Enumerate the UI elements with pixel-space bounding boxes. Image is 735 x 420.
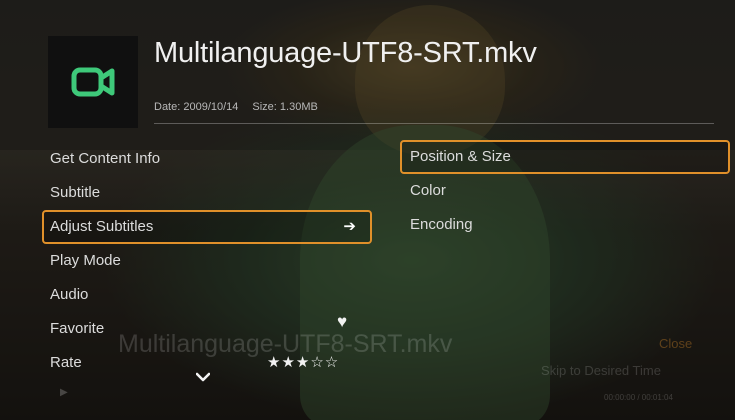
header-divider	[154, 123, 714, 124]
menu-item-label: Subtitle	[50, 184, 101, 201]
file-meta: Date: 2009/10/14 Size: 1.30MB	[154, 101, 318, 113]
file-thumbnail	[48, 36, 138, 128]
heart-icon: ♥	[337, 312, 348, 331]
menu-item-label: Get Content Info	[50, 150, 161, 167]
file-date: Date: 2009/10/14	[154, 101, 239, 113]
menu-item-play-mode[interactable]: Play Mode	[42, 244, 372, 278]
chevron-down-icon[interactable]	[196, 370, 210, 384]
submenu-item-label: Encoding	[410, 216, 473, 233]
menu-item-subtitle[interactable]: Subtitle	[42, 176, 372, 210]
options-menu: Get Content Info Subtitle Adjust Subtitl…	[42, 142, 372, 380]
submenu-item-label: Position & Size	[410, 148, 511, 165]
menu-item-label: Rate	[50, 354, 82, 371]
menu-item-label: Favorite	[50, 320, 105, 337]
submenu-item-encoding[interactable]: Encoding	[400, 208, 730, 242]
submenu-item-color[interactable]: Color	[400, 174, 730, 208]
arrow-right-icon: ➔	[343, 218, 356, 235]
rating-stars: ★★★☆☆	[267, 354, 340, 371]
adjust-subtitles-submenu: Position & Size Color Encoding	[400, 140, 730, 242]
menu-item-label: Audio	[50, 286, 89, 303]
file-title: Multilanguage-UTF8-SRT.mkv	[154, 37, 537, 69]
file-size: Size: 1.30MB	[252, 101, 318, 113]
submenu-item-position-size[interactable]: Position & Size	[400, 140, 730, 174]
menu-item-audio[interactable]: Audio	[42, 278, 372, 312]
menu-item-get-content-info[interactable]: Get Content Info	[42, 142, 372, 176]
submenu-item-label: Color	[410, 182, 446, 199]
menu-item-adjust-subtitles[interactable]: Adjust Subtitles ➔	[42, 210, 372, 244]
menu-item-favorite[interactable]: Favorite	[42, 312, 372, 346]
menu-item-label: Adjust Subtitles	[50, 218, 154, 235]
video-camera-icon	[71, 67, 115, 97]
menu-item-label: Play Mode	[50, 252, 121, 269]
